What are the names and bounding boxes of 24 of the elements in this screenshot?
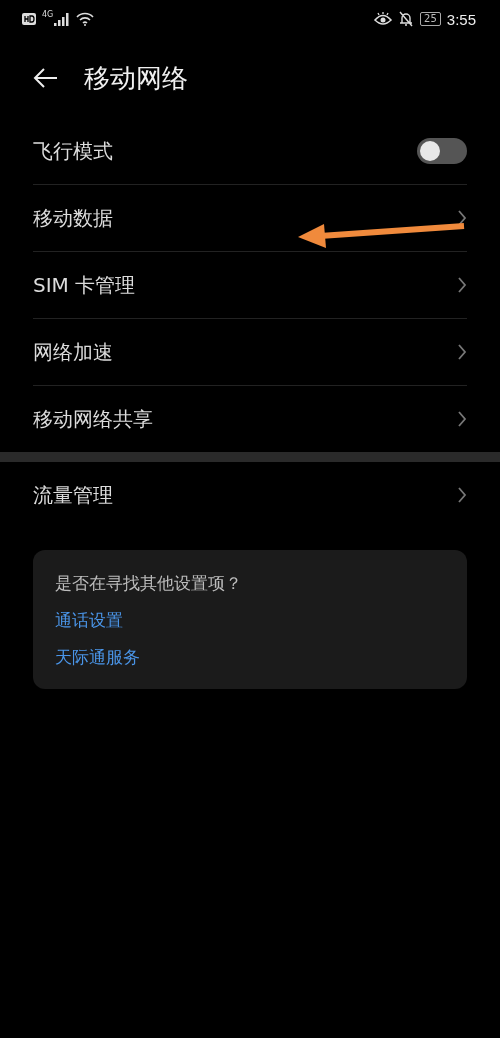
network-type: 4G xyxy=(42,10,54,19)
setting-label[interactable]: 飞行模式 xyxy=(33,137,113,165)
wifi-icon xyxy=(76,12,95,26)
suggestion-link[interactable]: 通话设置 xyxy=(55,609,445,632)
chevron-icon xyxy=(457,410,467,428)
back-icon[interactable] xyxy=(32,67,58,89)
suggestion-link[interactable]: 天际通服务 xyxy=(55,646,445,669)
setting-label[interactable]: 流量管理 xyxy=(33,481,113,509)
chevron-icon xyxy=(457,486,467,504)
setting-label[interactable]: 移动数据 xyxy=(33,204,113,232)
chevron-icon xyxy=(457,343,467,361)
battery-level: 25 xyxy=(420,12,441,26)
setting-label[interactable]: 网络加速 xyxy=(33,338,113,366)
toggle-switch[interactable] xyxy=(417,138,467,164)
hd-icon xyxy=(22,13,36,25)
chevron-icon xyxy=(457,276,467,294)
setting-label[interactable]: 移动网络共享 xyxy=(33,405,153,433)
clock-time: 3:55 xyxy=(446,10,476,28)
eye-icon xyxy=(374,12,393,26)
suggestion-question: 是否在寻找其他设置项？ xyxy=(55,572,243,595)
setting-label[interactable]: SIM 卡管理 xyxy=(33,271,136,299)
signal-icon xyxy=(54,12,71,26)
page-title: 移动网络 xyxy=(84,61,188,95)
bell-off-icon xyxy=(398,11,415,27)
